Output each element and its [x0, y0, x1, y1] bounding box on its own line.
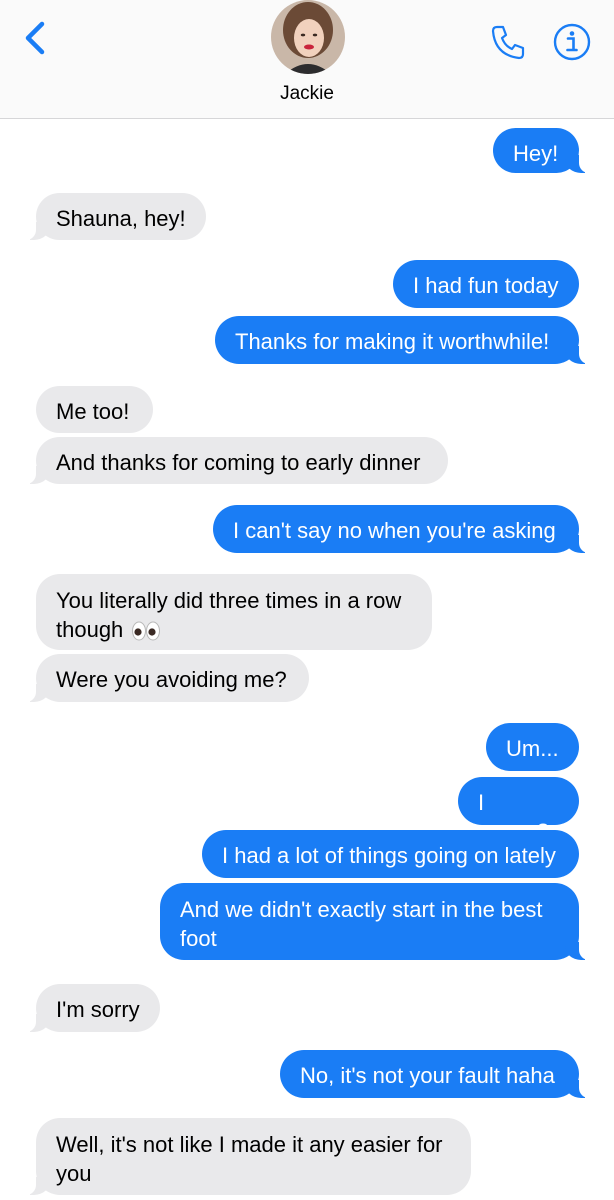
message-text: Thanks for making it worthwhile! — [235, 329, 550, 354]
message-thread[interactable]: Hey! Shauna, hey! I had fun today Thanks… — [0, 118, 614, 1200]
message-bubble-received[interactable]: You literally did three times in a row t… — [36, 574, 432, 650]
message-bubble-received[interactable]: And thanks for coming to early dinner — [22, 437, 448, 484]
message-bubble-sent[interactable]: Thanks for making it worthwhile! — [215, 316, 593, 364]
avatar[interactable] — [271, 0, 345, 74]
message-bubble-received[interactable]: Were you avoiding me? — [22, 654, 309, 702]
message-text: I had fun today — [413, 273, 559, 298]
message-text: I had a lot of things going on lately — [222, 843, 556, 868]
message-text: You literally did three times in a row t… — [56, 588, 402, 642]
message-text: Um... — [506, 736, 559, 761]
info-icon[interactable] — [552, 22, 592, 62]
message-text: No, it's not your fault haha — [300, 1063, 555, 1088]
message-bubble-received[interactable]: Me too! — [36, 386, 153, 433]
phone-icon[interactable] — [488, 22, 528, 62]
conversation-header: Jackie — [0, 0, 614, 119]
message-bubble-received[interactable]: Well, it's not like I made it any easier… — [22, 1118, 471, 1195]
message-text: And we didn't exactly start in the best … — [180, 897, 543, 951]
message-bubble-sent[interactable]: I had a lot of things going on lately — [202, 830, 579, 878]
message-bubble-received[interactable]: I'm sorry — [22, 984, 160, 1032]
message-text: Me too! — [56, 399, 130, 424]
contact-name[interactable]: Jackie — [0, 83, 614, 105]
message-text: I'm sorry — [56, 997, 140, 1022]
message-bubble-received[interactable]: Shauna, hey! — [22, 193, 206, 240]
message-bubble-sent[interactable]: Um... — [486, 723, 579, 771]
message-text: Well, it's not like I made it any easier… — [56, 1132, 443, 1186]
message-text: Hey! — [513, 141, 559, 166]
message-bubble-sent[interactable]: I can't say no when you're asking — [213, 505, 593, 553]
message-bubble-sent[interactable]: Hey! — [493, 128, 593, 173]
message-text: And thanks for coming to early dinner — [56, 450, 421, 475]
eyes-emoji-icon — [132, 621, 161, 641]
message-text: Were you avoiding me? — [56, 667, 287, 692]
message-bubble-sent[interactable]: I had fun today — [393, 260, 579, 308]
chevron-left-icon[interactable] — [18, 18, 54, 58]
message-bubble-sent[interactable]: No, it's not your fault haha — [280, 1050, 593, 1098]
message-text: I can't say no when you're asking — [233, 518, 556, 543]
message-bubble-sent[interactable]: And we didn't exactly start in the best … — [160, 883, 593, 960]
message-bubble-sent[interactable]: I guess? — [458, 777, 579, 844]
message-text: Shauna, hey! — [56, 206, 186, 231]
